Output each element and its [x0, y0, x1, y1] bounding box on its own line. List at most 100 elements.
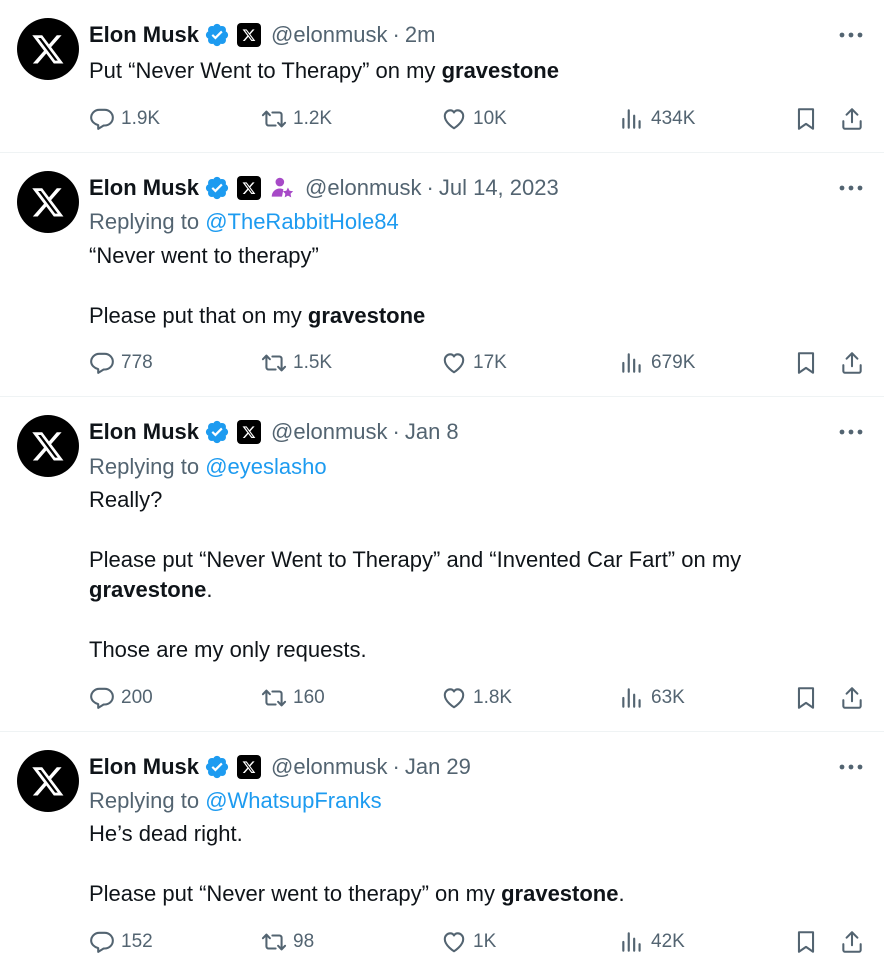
author-handle[interactable]: @elonmusk — [271, 417, 388, 447]
replying-to: Replying to @TheRabbitHole84 — [89, 209, 399, 234]
reply-count: 200 — [121, 687, 153, 708]
share-button[interactable] — [839, 348, 865, 378]
views-button[interactable]: 679K — [619, 348, 695, 378]
reply-button[interactable]: 778 — [89, 348, 153, 378]
repost-count: 1.5K — [293, 352, 333, 373]
verified-badge-icon[interactable] — [204, 175, 230, 201]
replying-to-link[interactable]: @WhatsupFranks — [205, 788, 381, 813]
author-name[interactable]: Elon Musk — [89, 173, 199, 203]
repost-icon — [261, 689, 287, 707]
heart-icon — [443, 109, 465, 130]
reply-button[interactable]: 200 — [89, 683, 153, 713]
author-name[interactable]: Elon Musk — [89, 20, 199, 50]
tweet-text: Put “Never Went to Therapy” on my graves… — [89, 56, 849, 86]
timestamp[interactable]: Jul 14, 2023 — [439, 173, 559, 203]
tweet[interactable]: Elon Musk @elonmusk · Jan 29 Replying to… — [0, 732, 884, 970]
more-options-button[interactable] — [838, 421, 864, 443]
share-icon — [842, 687, 862, 709]
reply-button[interactable]: 152 — [89, 927, 153, 957]
share-icon — [842, 931, 862, 953]
share-button[interactable] — [839, 104, 865, 134]
author-name[interactable]: Elon Musk — [89, 752, 199, 782]
repost-count: 1.2K — [293, 108, 333, 129]
like-button[interactable]: 10K — [441, 104, 507, 134]
repost-icon — [261, 933, 287, 951]
tweet-header: Elon Musk @elonmusk · Jul 14, 2023 — [89, 173, 559, 203]
author-handle[interactable]: @elonmusk — [305, 173, 422, 203]
repost-icon — [261, 354, 287, 372]
verified-badge-icon[interactable] — [204, 754, 230, 780]
repost-button[interactable]: 1.5K — [261, 348, 332, 378]
bookmark-button[interactable] — [793, 683, 819, 713]
tweet-line: Please put that on my gravestone — [89, 303, 426, 328]
bookmark-button[interactable] — [793, 927, 819, 957]
more-options-button[interactable] — [838, 24, 864, 46]
verified-badge-icon[interactable] — [204, 22, 230, 48]
share-button[interactable] — [839, 927, 865, 957]
tweet[interactable]: Elon Musk @elonmusk · Jan 8 Replying to … — [0, 397, 884, 732]
reply-button[interactable]: 1.9K — [89, 104, 160, 134]
action-bar: 778 1.5K 17K 679K — [89, 348, 869, 378]
affiliate-person-icon[interactable] — [269, 175, 295, 201]
bookmark-icon — [797, 352, 815, 374]
repost-button[interactable]: 160 — [261, 683, 325, 713]
x-org-badge-icon[interactable] — [237, 23, 262, 47]
repost-button[interactable]: 1.2K — [261, 104, 332, 134]
like-count: 17K — [473, 352, 507, 373]
views-chart-icon — [622, 353, 641, 373]
bookmark-icon — [797, 687, 815, 709]
heart-icon — [443, 353, 465, 374]
views-button[interactable]: 42K — [619, 927, 685, 957]
author-handle[interactable]: @elonmusk — [271, 20, 388, 50]
tweet-line: Those are my only requests. — [89, 637, 367, 662]
tweet[interactable]: Elon Musk @elonmusk · Jul 14, 2023 Reply… — [0, 153, 884, 397]
views-count: 42K — [651, 931, 685, 952]
bookmark-button[interactable] — [793, 104, 819, 134]
reply-count: 778 — [121, 352, 153, 373]
action-bar: 1.9K 1.2K 10K 434K — [89, 104, 869, 134]
views-chart-icon — [622, 109, 641, 129]
views-button[interactable]: 434K — [619, 104, 695, 134]
reply-bubble-icon — [90, 108, 114, 130]
reply-count: 1.9K — [121, 108, 161, 129]
author-handle[interactable]: @elonmusk — [271, 752, 388, 782]
x-org-badge-icon[interactable] — [237, 755, 262, 779]
more-options-button[interactable] — [838, 756, 864, 778]
tweet-line: Please put “Never Went to Therapy” and “… — [89, 547, 748, 602]
like-button[interactable]: 17K — [441, 348, 507, 378]
timestamp[interactable]: Jan 29 — [405, 752, 471, 782]
bookmark-icon — [797, 931, 815, 953]
views-chart-icon — [622, 932, 641, 952]
share-button[interactable] — [839, 683, 865, 713]
avatar-x-logo-icon[interactable] — [17, 171, 79, 233]
avatar-x-logo-icon[interactable] — [17, 415, 79, 477]
tweet[interactable]: Elon Musk @elonmusk · 2m Put “Never Went… — [0, 0, 884, 153]
bookmark-button[interactable] — [793, 348, 819, 378]
tweet-line: Put “Never Went to Therapy” on my graves… — [89, 58, 559, 83]
avatar-x-logo-icon[interactable] — [17, 18, 79, 80]
replying-to-link[interactable]: @eyeslasho — [205, 454, 326, 479]
like-button[interactable]: 1.8K — [441, 683, 512, 713]
like-count: 1K — [473, 931, 497, 952]
x-org-badge-icon[interactable] — [237, 420, 262, 444]
views-button[interactable]: 63K — [619, 683, 685, 713]
reply-bubble-icon — [90, 931, 114, 953]
like-button[interactable]: 1K — [441, 927, 496, 957]
separator-dot: · — [392, 419, 400, 444]
author-name[interactable]: Elon Musk — [89, 417, 199, 447]
timestamp[interactable]: Jan 8 — [405, 417, 459, 447]
x-org-badge-icon[interactable] — [237, 176, 262, 200]
more-dots-icon — [839, 32, 863, 38]
separator-dot: · — [392, 22, 400, 47]
verified-badge-icon[interactable] — [204, 419, 230, 445]
tweet-line: Really? — [89, 487, 163, 512]
reply-count: 152 — [121, 931, 153, 952]
replying-to-link[interactable]: @TheRabbitHole84 — [205, 209, 399, 234]
more-dots-icon — [839, 185, 863, 191]
avatar-x-logo-icon[interactable] — [17, 750, 79, 812]
repost-button[interactable]: 98 — [261, 927, 314, 957]
separator-dot: · — [426, 175, 434, 200]
more-options-button[interactable] — [838, 177, 864, 199]
separator-dot: · — [392, 754, 400, 779]
timestamp[interactable]: 2m — [405, 20, 436, 50]
